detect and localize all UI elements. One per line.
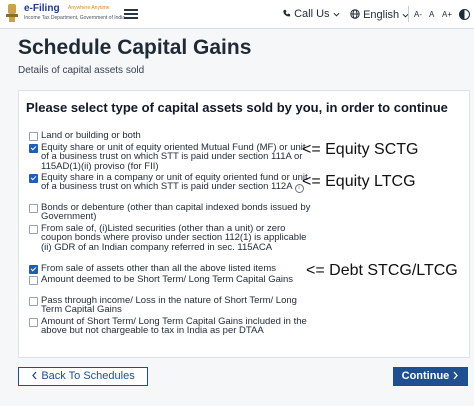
logo-tagline: Anywhere Anytime — [68, 5, 110, 11]
chevron-right-icon — [453, 371, 459, 380]
option-label: From sale of, (i)Listed securities (othe… — [41, 223, 307, 253]
font-default-button[interactable]: A — [429, 10, 434, 19]
option-label: Equity share or unit of equity oriented … — [41, 142, 306, 172]
checkbox[interactable] — [29, 132, 38, 141]
chevron-down-icon — [333, 12, 340, 17]
divider — [408, 6, 409, 22]
checkbox[interactable] — [29, 174, 38, 183]
menu-icon[interactable] — [124, 9, 138, 20]
checkbox[interactable] — [29, 204, 38, 213]
back-to-schedules-button[interactable]: Back To Schedules — [18, 367, 148, 386]
logo-subtitle: Income Tax Department, Government of Ind… — [24, 15, 126, 21]
checkbox[interactable] — [29, 265, 38, 274]
efiling-logo[interactable]: e-Filing Anywhere Anytime Income Tax Dep… — [4, 2, 125, 26]
call-us-menu[interactable]: Call Us — [282, 8, 340, 20]
language-label: English — [363, 9, 400, 21]
option-label: Amount deemed to be Short Term/ Long Ter… — [41, 274, 294, 285]
page-title: Schedule Capital Gains — [18, 36, 252, 59]
emblem-icon — [6, 4, 18, 22]
language-selector[interactable]: English — [350, 9, 409, 21]
call-us-label: Call Us — [294, 8, 330, 20]
font-decrease-button[interactable]: A- — [414, 10, 422, 19]
annotation-equity-ltcg: <= Equity LTCG — [302, 173, 416, 190]
checkbox[interactable] — [29, 297, 38, 306]
annotation-equity-sctg: <= Equity SCTG — [302, 141, 419, 158]
continue-button[interactable]: Continue — [393, 367, 468, 386]
option-label: From sale of assets other than all the a… — [41, 263, 276, 274]
back-label: Back To Schedules — [41, 370, 135, 382]
chevron-left-icon — [32, 371, 37, 380]
checkbox[interactable] — [29, 318, 38, 327]
globe-icon — [350, 9, 360, 19]
option-label: Pass through income/ Loss in the nature … — [41, 295, 297, 316]
option-label: Amount of Short Term/ Long Term Capital … — [41, 316, 307, 337]
option-label: Bonds or debenture (other than capital i… — [41, 202, 311, 223]
page-subtitle: Details of capital assets sold — [18, 65, 145, 76]
continue-label: Continue — [401, 370, 450, 382]
option-label: Equity share in a company or unit of equ… — [41, 172, 308, 194]
checkbox[interactable] — [29, 144, 38, 153]
checkbox[interactable] — [29, 276, 38, 285]
font-increase-button[interactable]: A+ — [442, 10, 452, 19]
phone-icon — [283, 9, 291, 17]
card-heading: Please select type of capital assets sol… — [26, 100, 448, 115]
annotation-debt: <= Debt STCG/LTCG — [306, 262, 458, 279]
contrast-icon[interactable] — [459, 9, 470, 20]
logo-title: e-Filing — [24, 3, 60, 14]
top-navigation-bar: e-Filing Anywhere Anytime Income Tax Dep… — [0, 0, 474, 29]
checkbox[interactable] — [29, 225, 38, 234]
option-label: Land or building or both — [41, 130, 141, 141]
